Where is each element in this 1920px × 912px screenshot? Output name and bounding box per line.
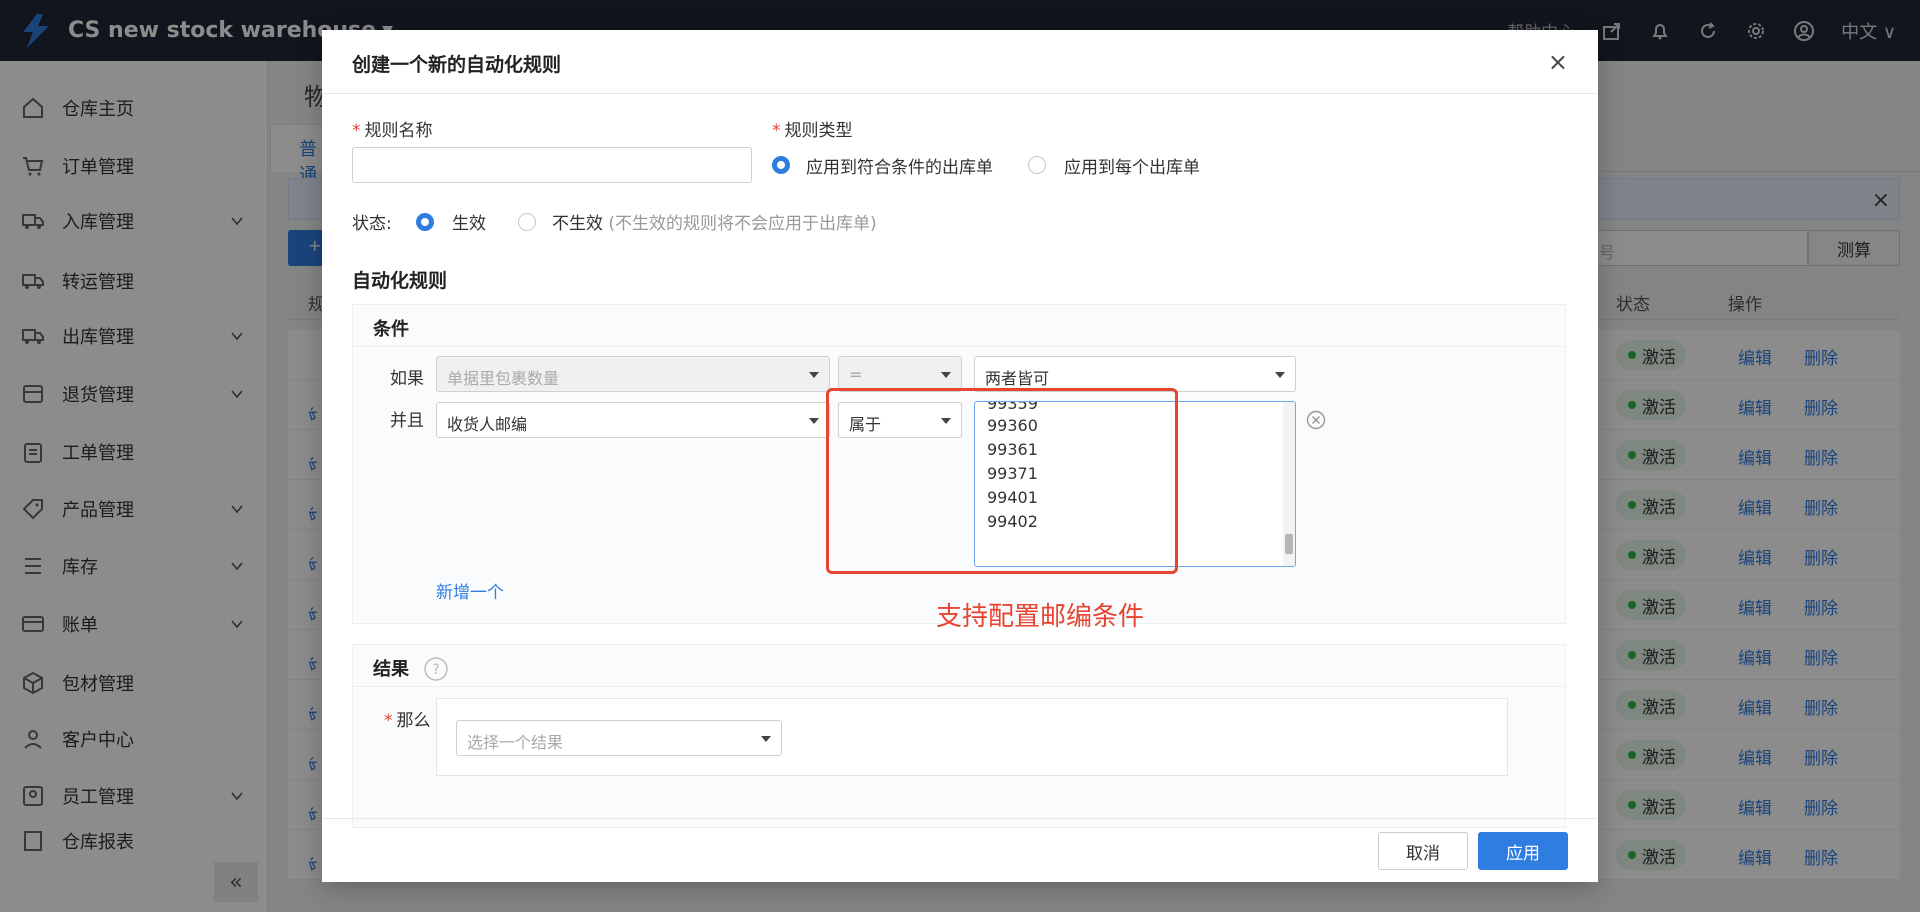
status-radio-active[interactable]	[416, 213, 434, 231]
conditions-panel-header: 条件	[353, 305, 1565, 347]
condition-1-field-value: 单据里包裹数量	[447, 369, 560, 388]
scrollbar-thumb[interactable]	[1285, 534, 1293, 554]
condition-if-label: 如果	[390, 369, 424, 389]
condition-1-field-select: 单据里包裹数量	[436, 356, 830, 392]
status-inactive-hint: (不生效的规则将不会应用于出库单)	[608, 214, 877, 234]
then-label-text: 那么	[396, 711, 431, 731]
result-select-placeholder: 选择一个结果	[467, 733, 564, 752]
status-radio-inactive[interactable]	[518, 213, 536, 231]
condition-1-operator-select: =	[838, 356, 962, 392]
condition-and-label: 并且	[390, 411, 424, 431]
rule-type-radio-conditional[interactable]	[772, 156, 790, 174]
conditions-title: 条件	[373, 319, 409, 340]
close-icon[interactable]: ×	[1548, 48, 1568, 76]
apply-button[interactable]: 应用	[1478, 832, 1568, 870]
rule-name-label-text: 规则名称	[364, 121, 433, 141]
caret-down-icon	[809, 372, 819, 378]
modal-footer-divider	[322, 818, 1598, 819]
result-title: 结果	[373, 659, 409, 680]
annotation-highlight-box	[826, 388, 1178, 574]
caret-down-icon	[761, 736, 771, 742]
rule-name-input[interactable]	[352, 147, 752, 183]
then-label: * 那么	[384, 711, 431, 731]
rule-type-label: * 规则类型	[772, 121, 853, 141]
condition-1-value-text: 两者皆可	[985, 369, 1050, 388]
status-inactive-text: 不生效	[552, 214, 603, 234]
result-panel-header: 结果	[353, 645, 1565, 687]
status-option-active[interactable]: 生效	[452, 209, 486, 234]
status-option-inactive[interactable]: 不生效 (不生效的规则将不会应用于出库单)	[552, 209, 877, 234]
modal-header: 创建一个新的自动化规则 ×	[322, 30, 1598, 94]
help-question-icon[interactable]: ?	[424, 657, 448, 681]
rule-name-label: * 规则名称	[352, 121, 433, 141]
status-label: 状态:	[352, 214, 392, 234]
result-select[interactable]: 选择一个结果	[456, 720, 782, 756]
modal-title: 创建一个新的自动化规则	[352, 54, 562, 76]
condition-2-field-value: 收货人邮编	[447, 415, 528, 434]
textarea-scrollbar[interactable]	[1283, 402, 1295, 566]
add-condition-link[interactable]: 新增一个	[436, 578, 504, 603]
cancel-button[interactable]: 取消	[1378, 832, 1468, 870]
caret-down-icon	[809, 418, 819, 424]
caret-down-icon	[1275, 372, 1285, 378]
annotation-text: 支持配置邮编条件	[936, 602, 1145, 632]
remove-condition-icon[interactable]	[1306, 410, 1326, 430]
condition-1-operator-value: =	[849, 365, 863, 384]
automation-rules-title: 自动化规则	[352, 270, 448, 292]
rule-type-radio-all[interactable]	[1028, 156, 1046, 174]
condition-2-field-select[interactable]: 收货人邮编	[436, 402, 830, 438]
rule-type-option-all[interactable]: 应用到每个出库单	[1064, 153, 1200, 178]
condition-1-value-select[interactable]: 两者皆可	[974, 356, 1296, 392]
rule-type-label-text: 规则类型	[784, 121, 853, 141]
svg-text:?: ?	[432, 662, 439, 678]
rule-type-option-conditional[interactable]: 应用到符合条件的出库单	[806, 153, 993, 178]
caret-down-icon	[941, 372, 951, 378]
